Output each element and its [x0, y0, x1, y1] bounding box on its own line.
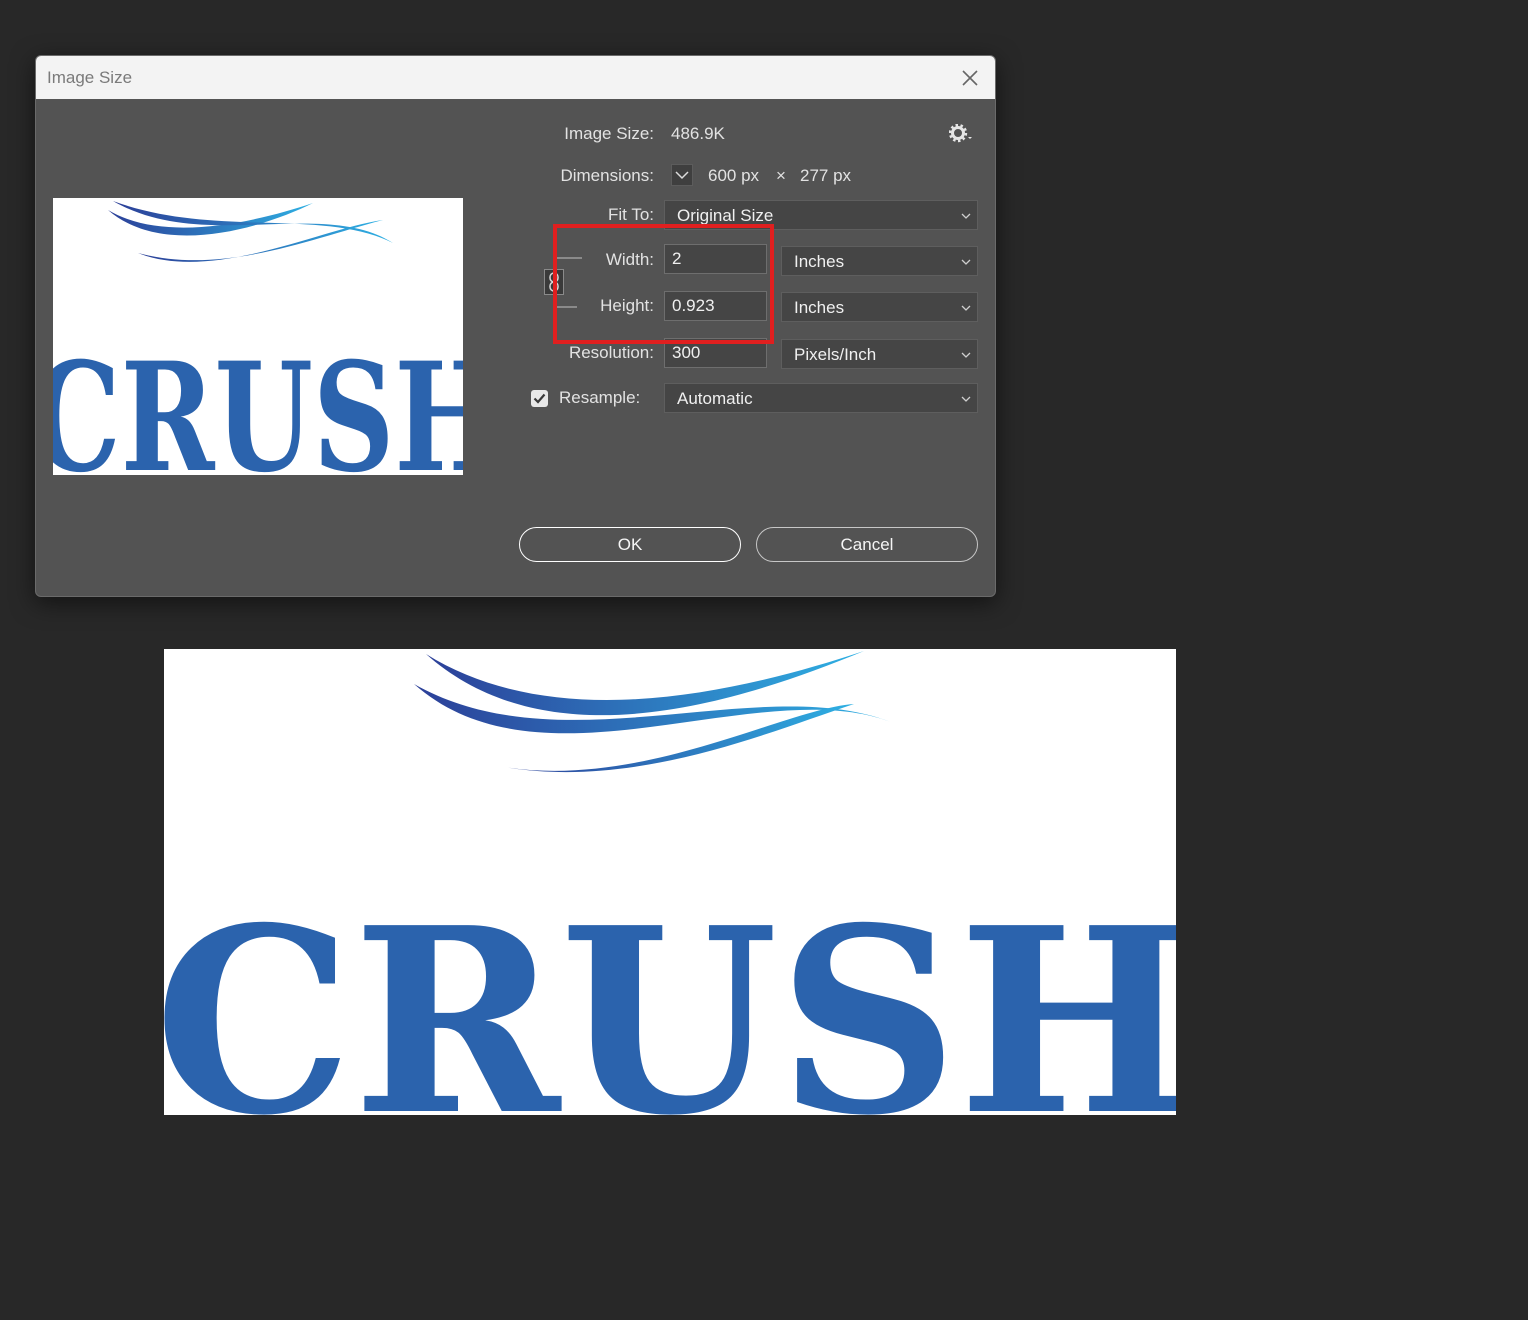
- preview-artwork: CRUSH: [53, 201, 463, 475]
- dimensions-times: ×: [776, 166, 786, 185]
- checkmark-icon: [533, 393, 546, 404]
- resample-label: Resample:: [559, 388, 641, 407]
- dialog-title: Image Size: [47, 68, 133, 87]
- resample-checkbox[interactable]: [531, 390, 548, 407]
- chevron-down-icon: [961, 396, 971, 402]
- preview-wave-1: [108, 203, 313, 236]
- canvas-crush-text: CRUSH: [164, 873, 1176, 1115]
- image-size-value: 486.9K: [671, 124, 725, 143]
- document-canvas[interactable]: CRUSH: [164, 649, 1176, 1115]
- canvas-artwork: CRUSH: [164, 651, 1176, 1115]
- chevron-down-icon: [961, 352, 971, 358]
- height-unit-value: Inches: [794, 298, 845, 317]
- chevron-down-icon: [961, 305, 971, 311]
- chevron-down-icon: [961, 213, 971, 219]
- resample-value: Automatic: [677, 389, 753, 408]
- preview-crush-text: CRUSH: [53, 330, 463, 475]
- image-size-dialog: Image Size CRUSH Image Size: 486.9K Dime…: [35, 55, 996, 597]
- preview-wave-3: [138, 220, 383, 262]
- image-preview[interactable]: CRUSH: [53, 198, 463, 475]
- canvas-wave-1: [426, 651, 864, 716]
- chevron-down-icon: [675, 171, 689, 180]
- dimensions-dropdown[interactable]: [671, 164, 693, 186]
- dimensions-height: 277 px: [800, 166, 852, 185]
- dimensions-label: Dimensions:: [560, 166, 654, 185]
- close-icon[interactable]: [959, 67, 981, 89]
- highlight-box: [553, 224, 774, 344]
- gear-icon[interactable]: [949, 124, 975, 144]
- fit-to-value: Original Size: [677, 206, 774, 225]
- dimensions-width: 600 px: [708, 166, 760, 185]
- image-size-label: Image Size:: [564, 124, 654, 143]
- chevron-down-icon: [961, 259, 971, 265]
- resolution-unit-select[interactable]: Pixels/Inch: [781, 339, 978, 369]
- cancel-button[interactable]: Cancel: [756, 527, 978, 562]
- resolution-unit-value: Pixels/Inch: [794, 345, 877, 364]
- ok-button[interactable]: OK: [519, 527, 741, 562]
- width-unit-value: Inches: [794, 252, 845, 271]
- resolution-label: Resolution:: [568, 343, 654, 362]
- title-bar[interactable]: Image Size: [36, 56, 995, 99]
- resample-select[interactable]: Automatic: [664, 383, 978, 413]
- width-unit-select[interactable]: Inches: [781, 246, 978, 276]
- fit-to-label: Fit To:: [608, 205, 654, 224]
- height-unit-select[interactable]: Inches: [781, 292, 978, 322]
